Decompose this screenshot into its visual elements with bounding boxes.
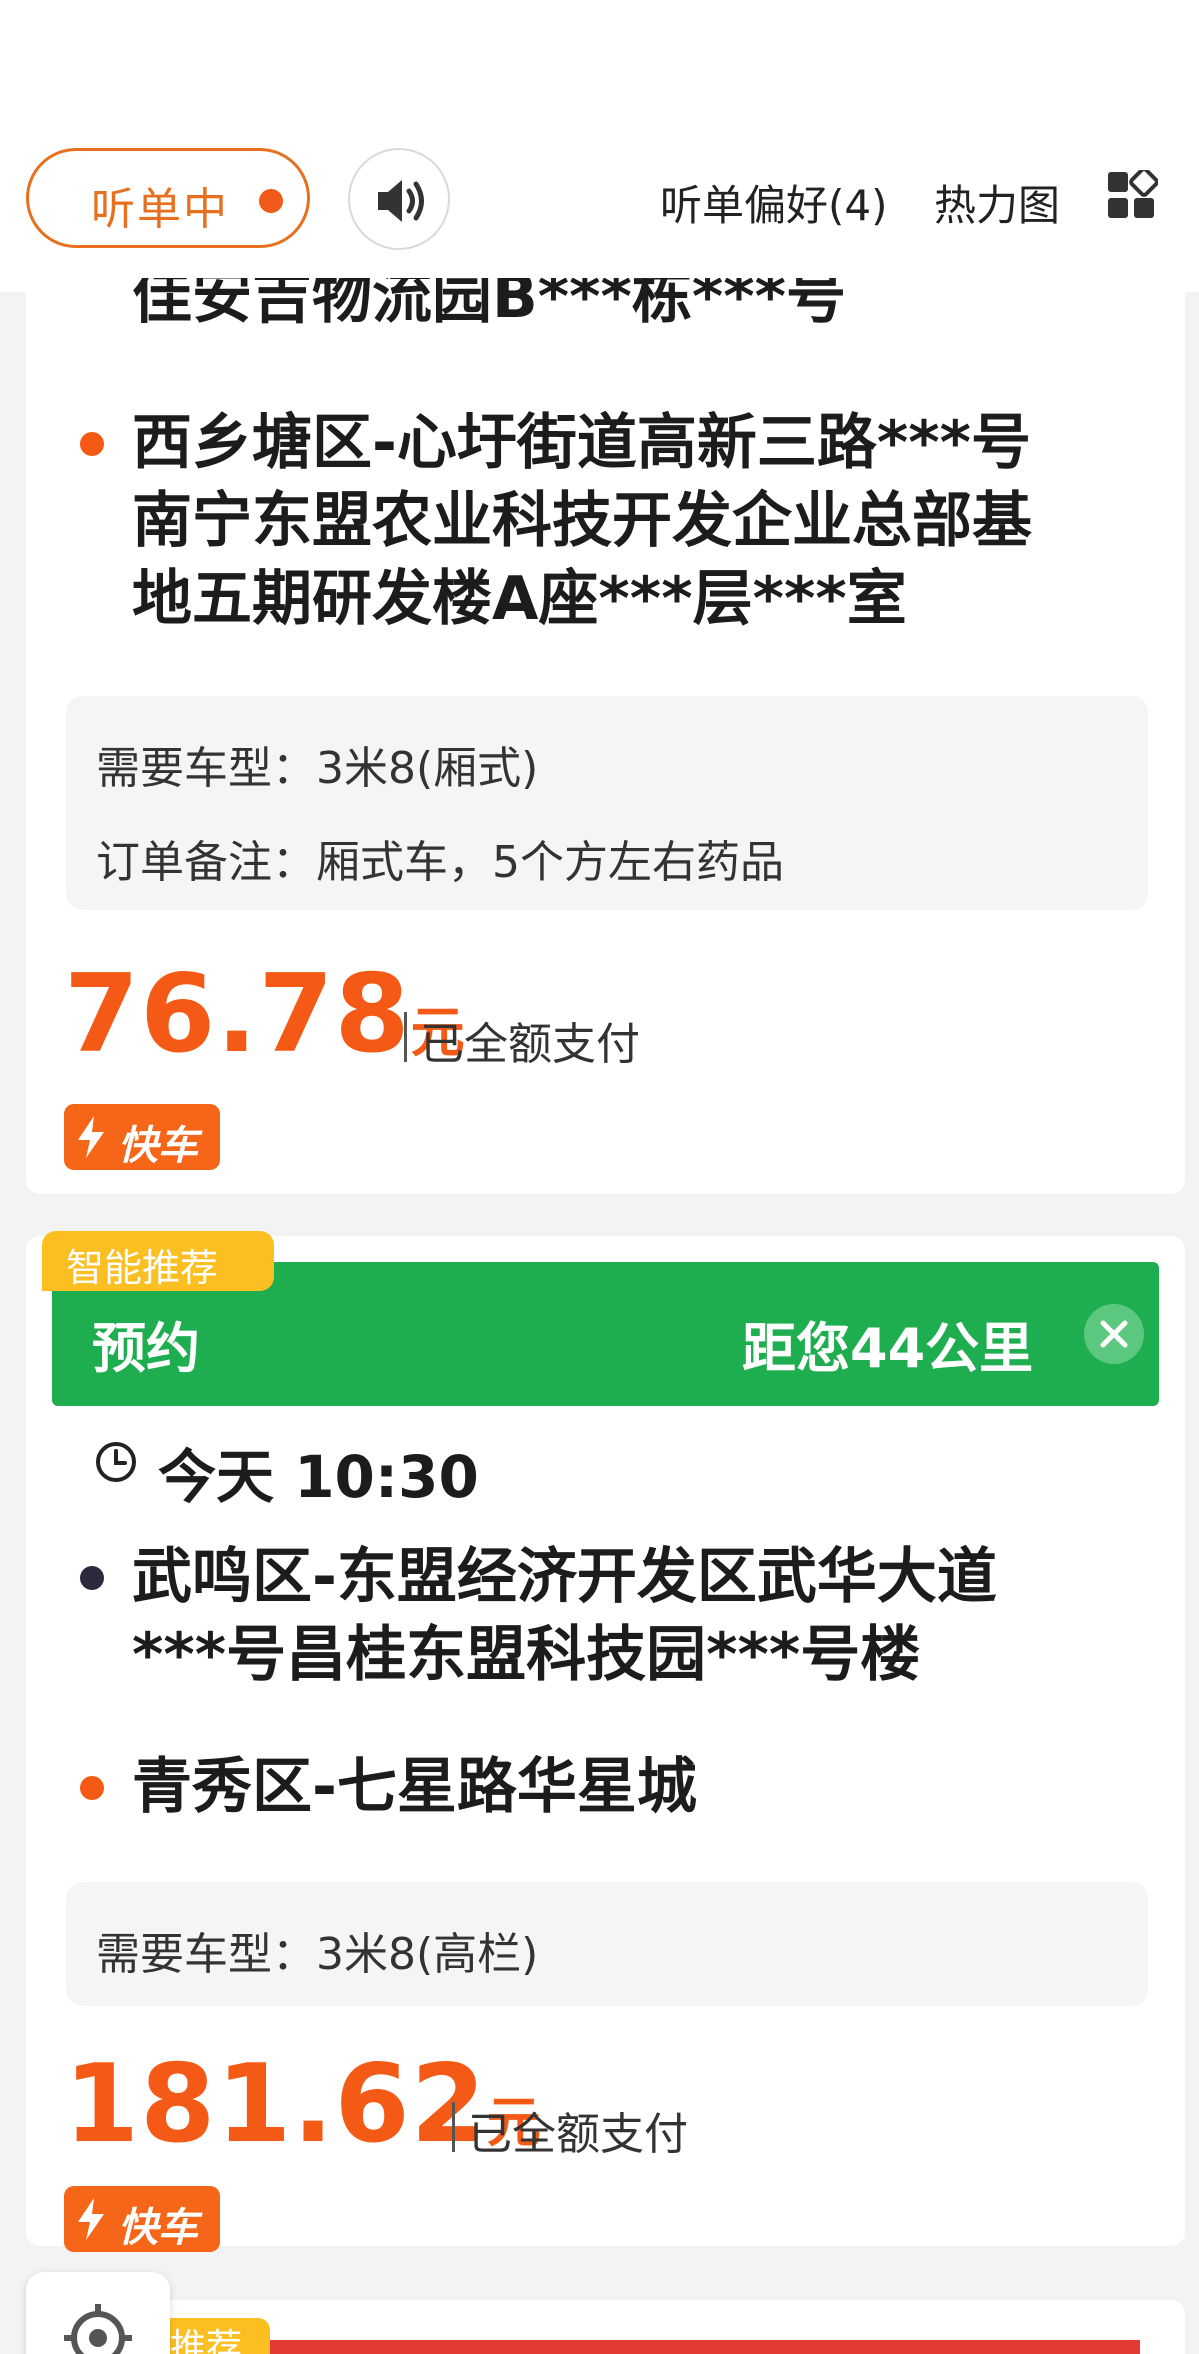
order-info-box: 需要车型：3米8(高栏) <box>66 1882 1148 2006</box>
express-badge-label: 快车 <box>118 2205 198 2251</box>
heatmap-link[interactable]: 热力图 <box>934 172 1060 233</box>
price-value: 76.78 <box>64 952 411 1077</box>
payment-status: 已全额支付 <box>468 2109 688 2160</box>
speaker-icon <box>378 180 424 222</box>
order-type-label: 预约 <box>92 1317 200 1380</box>
listening-status-dot <box>259 189 283 213</box>
dropoff-line: 南宁东盟农业科技开发企业总部基 <box>132 486 1032 556</box>
dropoff-address: 青秀区-七星路华星城 <box>132 1748 1152 1826</box>
order-banner <box>180 2340 1140 2354</box>
grid-menu-icon[interactable] <box>1108 170 1158 222</box>
dropoff-line: 西乡塘区-心圩街道高新三路***号 <box>132 408 1032 478</box>
clock-icon <box>96 1442 136 1482</box>
smart-recommend-label: 智能推荐 <box>66 1246 219 1290</box>
express-badge: 快车 <box>64 2186 220 2252</box>
dropoff-dot <box>80 432 104 456</box>
sound-toggle-button[interactable] <box>348 148 450 250</box>
dropoff-line: 青秀区-七星路华星城 <box>132 1752 697 1822</box>
smart-recommend-label: 推荐 <box>170 2327 243 2354</box>
pickup-address: 武鸣区-东盟经济开发区武华大道 ***号昌桂东盟科技园***号楼 <box>132 1538 1152 1694</box>
divider <box>452 2102 455 2152</box>
pickup-address-text: 佳安吉物流园B***栋***号 <box>132 278 846 332</box>
pickup-line: ***号昌桂东盟科技园***号楼 <box>132 1620 921 1690</box>
price-value: 181.62 <box>64 2042 487 2167</box>
listening-label: 听单中 <box>91 184 229 235</box>
lightning-icon <box>78 1116 104 1158</box>
payment-status: 已全额支付 <box>420 1019 640 1070</box>
dismiss-order-button[interactable] <box>1084 1304 1144 1364</box>
dropoff-address: 西乡塘区-心圩街道高新三路***号 南宁东盟农业科技开发企业总部基 地五期研发楼… <box>132 404 1152 638</box>
pickup-line: 武鸣区-东盟经济开发区武华大道 <box>132 1542 997 1612</box>
listening-toggle-button[interactable]: 听单中 <box>26 148 310 248</box>
order-card[interactable]: 智能推荐 预约 距您44公里 今天 10:30 武鸣区-东盟经济开发区武华大道 … <box>26 1231 1185 2252</box>
dropoff-line: 地五期研发楼A座***层***室 <box>132 564 907 634</box>
pickup-dot <box>80 1566 104 1590</box>
pickup-address-partial: 佳安吉物流园B***栋***号 <box>132 278 1152 338</box>
target-location-icon <box>64 2304 132 2354</box>
express-badge: 快车 <box>64 1104 220 1170</box>
divider <box>404 1012 407 1062</box>
smart-recommend-tag: 智能推荐 <box>42 1231 274 1291</box>
listening-preferences-link[interactable]: 听单偏好(4) <box>660 172 888 233</box>
lightning-icon <box>78 2198 104 2240</box>
top-bar: 听单中 听单偏好(4) 热力图 <box>0 0 1199 292</box>
close-icon <box>1100 1320 1128 1348</box>
locate-button[interactable] <box>26 2272 170 2354</box>
express-badge-label: 快车 <box>118 1123 198 1169</box>
pickup-time: 今天 10:30 <box>158 1443 479 1511</box>
dropoff-dot <box>80 1776 104 1800</box>
distance-label: 距您44公里 <box>742 1317 1034 1380</box>
order-note-label: 订单备注：厢式车，5个方左右药品 <box>96 837 784 888</box>
vehicle-type-label: 需要车型：3米8(高栏) <box>96 1929 539 1980</box>
order-info-box: 需要车型：3米8(厢式) 订单备注：厢式车，5个方左右药品 <box>66 696 1148 910</box>
smart-recommend-tag: 推荐 <box>160 2318 270 2354</box>
order-card[interactable]: 佳安吉物流园B***栋***号 西乡塘区-心圩街道高新三路***号 南宁东盟农业… <box>26 278 1185 1194</box>
vehicle-type-label: 需要车型：3米8(厢式) <box>96 743 539 794</box>
